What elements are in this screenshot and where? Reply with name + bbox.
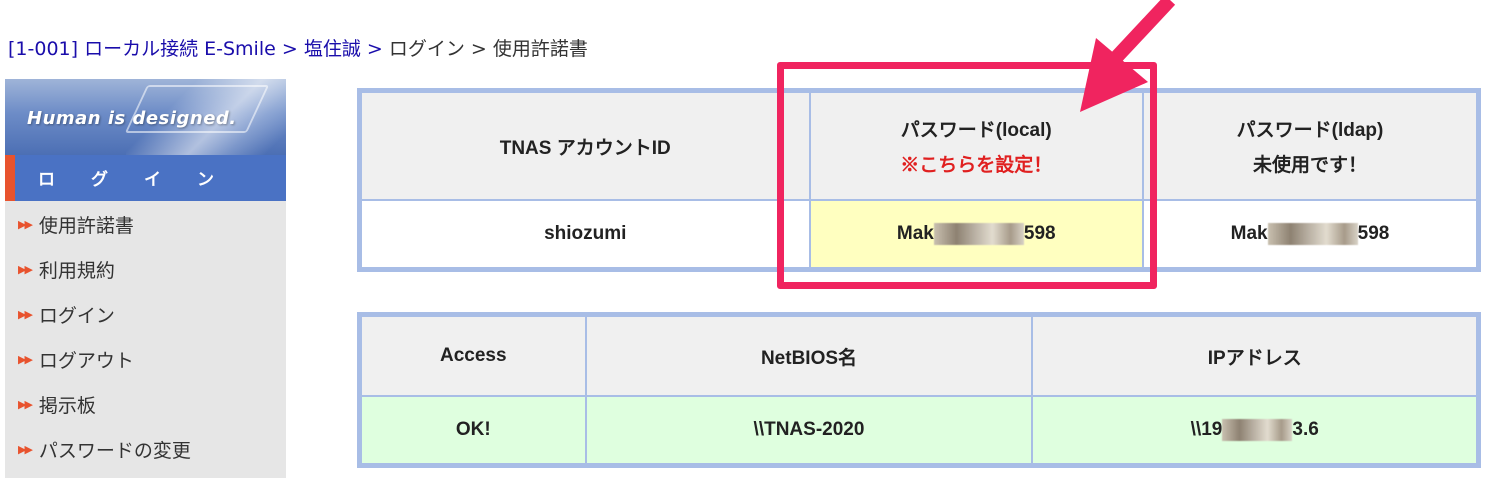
ip-suffix: 3.6 [1292,419,1319,440]
sidebar-section-header: ログイン [5,155,286,201]
breadcrumb-link-local-connection[interactable]: [1-001] ローカル接続 E-Smile [8,38,276,60]
redacted-blur [1222,418,1293,441]
header-ip-address: IPアドレス [1031,313,1480,397]
section-header-label: ログイン [38,170,250,190]
header-account-id: TNAS アカウントID [358,89,811,201]
sidebar-item-login[interactable]: ▶▶ ログイン [5,301,286,346]
sidebar: Human is designed. ログイン ▶▶ 使用許諾書 ▶▶ 利用規約… [5,79,286,478]
sidebar-item-label: パスワードの変更 [38,440,191,462]
cell-access: OK! [358,395,587,467]
password-suffix: 598 [1357,223,1390,244]
banner-slogan: Human is designed. [27,108,237,129]
sidebar-item-logout[interactable]: ▶▶ ログアウト [5,346,286,391]
breadcrumb-link-user[interactable]: 塩住誠 [304,38,361,60]
double-arrow-icon: ▶▶ [18,353,33,366]
sidebar-item-change-password[interactable]: ▶▶ パスワードの変更 [5,436,286,481]
cell-ip-address: \\19 3.6 [1031,395,1480,467]
ip-prefix: \\19 [1190,419,1223,440]
sidebar-item-label: ログアウト [38,350,134,372]
header-access: Access [358,313,587,397]
table-header-row: Access NetBIOS名 IPアドレス [358,313,1480,397]
sidebar-item-label: 掲示板 [38,395,96,417]
sidebar-item-label: ログイン [38,305,115,327]
double-arrow-icon: ▶▶ [18,398,33,411]
header-netbios: NetBIOS名 [584,313,1034,397]
header-password-ldap: パスワード(ldap) 未使用です！ [1141,89,1480,201]
sidebar-menu: ▶▶ 使用許諾書 ▶▶ 利用規約 ▶▶ ログイン ▶▶ ログアウト ▶▶ 掲示板… [5,211,286,481]
breadcrumb-item-login: ログイン [388,38,465,60]
header-label: TNAS アカウントID [499,137,671,159]
sidebar-item-license[interactable]: ▶▶ 使用許諾書 [5,211,286,256]
password-prefix: Mak [1230,223,1268,244]
breadcrumb-separator: > [470,38,487,60]
double-arrow-icon: ▶▶ [18,263,33,276]
cell-password-ldap: Mak 598 [1141,199,1480,271]
access-table: Access NetBIOS名 IPアドレス OK! \\TNAS-2020 \… [357,312,1481,468]
sidebar-item-label: 利用規約 [38,260,115,282]
double-arrow-icon: ▶▶ [18,218,33,231]
double-arrow-icon: ▶▶ [18,308,33,321]
cell-account-id: shiozumi [358,199,811,271]
table-row: OK! \\TNAS-2020 \\19 3.6 [358,395,1480,467]
breadcrumb: [1-001] ローカル接続 E-Smile > 塩住誠 > ログイン > 使用… [8,36,588,62]
annotation-arrow-icon [1080,0,1176,112]
redacted-blur [1267,222,1358,245]
sidebar-banner: Human is designed. [5,79,286,155]
breadcrumb-separator: > [366,38,383,60]
breadcrumb-separator: > [281,38,298,60]
sidebar-item-terms[interactable]: ▶▶ 利用規約 [5,256,286,301]
breadcrumb-current: 使用許諾書 [492,38,588,60]
header-label: パスワード(ldap) [1236,120,1384,141]
sidebar-item-bulletin-board[interactable]: ▶▶ 掲示板 [5,391,286,436]
double-arrow-icon: ▶▶ [18,443,33,456]
section-accent-stripe [5,155,15,201]
sidebar-item-label: 使用許諾書 [38,215,134,237]
header-note-unused: 未使用です！ [1252,155,1367,176]
cell-netbios: \\TNAS-2020 [584,395,1034,467]
